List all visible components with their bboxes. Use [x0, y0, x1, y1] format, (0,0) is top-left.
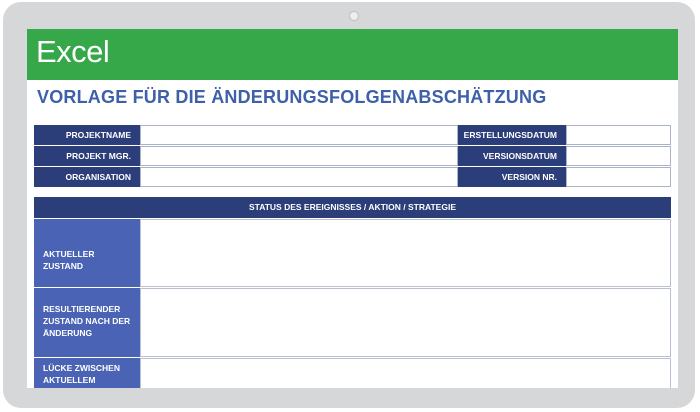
device-frame: Excel VORLAGE FÜR DIE ÄNDERUNGSFOLGENABS…	[3, 2, 695, 408]
aktueller-zustand-label: AKTUELLER ZUSTAND	[34, 219, 140, 287]
erstellungsdatum-label: ERSTELLUNGSDATUM	[458, 125, 566, 145]
status-section-header: STATUS DES EREIGNISSES / AKTION / STRATE…	[34, 197, 671, 218]
camera-dot	[349, 11, 359, 21]
organisation-field[interactable]	[140, 167, 458, 187]
app-title: Excel	[36, 34, 110, 69]
spreadsheet-screen: Excel VORLAGE FÜR DIE ÄNDERUNGSFOLGENABS…	[27, 29, 678, 388]
luecke-label: LÜCKE ZWISCHEN AKTUELLEM ZUSTAND	[34, 358, 140, 388]
projektname-label: PROJEKTNAME	[34, 125, 140, 145]
organisation-label: ORGANISATION	[34, 167, 140, 187]
version-nr-field[interactable]	[566, 167, 671, 187]
projektname-field[interactable]	[140, 125, 458, 145]
versionsdatum-label: VERSIONSDATUM	[458, 146, 566, 166]
resultierender-zustand-field[interactable]	[140, 288, 671, 357]
projekt-mgr-field[interactable]	[140, 146, 458, 166]
erstellungsdatum-field[interactable]	[566, 125, 671, 145]
projekt-mgr-label: PROJEKT MGR.	[34, 146, 140, 166]
aktueller-zustand-field[interactable]	[140, 219, 671, 287]
document-title: VORLAGE FÜR DIE ÄNDERUNGSFOLGENABSCHÄTZU…	[37, 87, 547, 107]
app-banner: Excel	[27, 29, 678, 80]
version-nr-label: VERSION NR.	[458, 167, 566, 187]
resultierender-zustand-label: RESULTIERENDER ZUSTAND NACH DER ÄNDERUNG	[34, 288, 140, 357]
versionsdatum-field[interactable]	[566, 146, 671, 166]
luecke-field[interactable]	[140, 358, 671, 388]
